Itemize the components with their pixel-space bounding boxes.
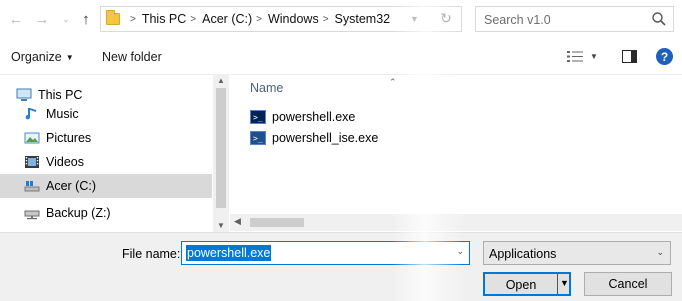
- breadcrumb-separator: >: [190, 13, 197, 25]
- drive-icon: [24, 181, 40, 192]
- file-name-label: File name:: [122, 247, 181, 261]
- file-name: powershell_ise.exe: [272, 131, 379, 145]
- file-item-powershell-ise[interactable]: >_ powershell_ise.exe: [250, 128, 378, 148]
- breadcrumb-separator: >: [130, 13, 136, 25]
- pictures-icon: [24, 132, 40, 144]
- file-name-value: powershell.exe: [186, 245, 272, 261]
- sidebar-item-music[interactable]: Music: [0, 102, 212, 126]
- column-header-label: Name: [250, 81, 284, 95]
- organize-button[interactable]: Organize ▼: [11, 50, 74, 64]
- sidebar-item-backup-z[interactable]: Backup (Z:): [0, 201, 212, 225]
- breadcrumb-windows[interactable]: Windows: [268, 12, 319, 26]
- music-note-icon: [25, 108, 36, 120]
- sidebar-item-label: Backup (Z:): [46, 206, 111, 220]
- navigation-pane: This PC Music Pictures Videos Acer (C:) …: [0, 74, 229, 232]
- folder-icon: [106, 10, 120, 25]
- preview-pane-icon[interactable]: [622, 50, 637, 63]
- scroll-left-icon[interactable]: ◀: [234, 216, 241, 227]
- breadcrumb-separator: >: [322, 13, 329, 25]
- back-button[interactable]: ←: [6, 8, 26, 30]
- view-dropdown-icon[interactable]: ▼: [590, 52, 598, 61]
- breadcrumb-separator: >: [256, 13, 262, 25]
- forward-button[interactable]: →: [32, 8, 52, 30]
- file-name-field[interactable]: powershell.exe ⌄: [181, 241, 470, 265]
- scroll-up-icon[interactable]: ▲: [217, 76, 225, 85]
- column-header-name[interactable]: Name ⌃: [250, 77, 397, 95]
- dialog-footer: File name: powershell.exe ⌄ Applications…: [0, 232, 682, 301]
- arrow-left-icon: ←: [8, 10, 24, 28]
- scrollbar-thumb[interactable]: [216, 88, 226, 208]
- search-icon: [652, 12, 666, 26]
- sidebar-item-videos[interactable]: Videos: [0, 150, 212, 174]
- breadcrumb-acer-c[interactable]: Acer (C:): [202, 12, 252, 26]
- sidebar-item-label: Acer (C:): [46, 179, 96, 193]
- up-button[interactable]: ↑: [76, 8, 96, 30]
- split-divider: [557, 274, 558, 294]
- file-item-powershell[interactable]: >_ powershell.exe: [250, 107, 355, 127]
- cancel-button[interactable]: Cancel: [584, 272, 672, 296]
- help-icon[interactable]: ?: [656, 48, 673, 65]
- sidebar-item-pictures[interactable]: Pictures: [0, 126, 212, 150]
- chevron-down-icon: ⌄: [62, 13, 70, 24]
- navigation-pane-scrollbar[interactable]: ▲ ▼: [213, 74, 229, 232]
- sidebar-item-acer-c[interactable]: Acer (C:): [0, 174, 212, 198]
- sidebar-item-label: Pictures: [46, 131, 92, 145]
- arrow-up-icon: ↑: [82, 10, 90, 28]
- open-dropdown-icon[interactable]: ▼: [560, 278, 569, 288]
- open-button-label: Open: [505, 278, 537, 292]
- chevron-down-icon: ▼: [65, 53, 74, 62]
- scrollbar-thumb[interactable]: [250, 218, 304, 227]
- address-dropdown-icon[interactable]: ▼: [410, 14, 419, 24]
- computer-icon: [16, 88, 32, 101]
- network-drive-icon: [24, 210, 40, 220]
- sort-ascending-icon: ⌃: [389, 77, 397, 87]
- new-folder-button[interactable]: New folder: [102, 50, 162, 64]
- chevron-down-icon[interactable]: ⌄: [456, 246, 464, 257]
- open-button[interactable]: Open ▼: [483, 272, 571, 296]
- chevron-down-icon: ⌄: [656, 247, 664, 257]
- sidebar-item-label: This PC: [38, 88, 83, 102]
- file-list: Name ⌃ >_ powershell.exe >_ powershell_i…: [230, 74, 682, 232]
- address-bar[interactable]: > This PC > Acer (C:) > Windows > System…: [100, 6, 462, 32]
- scroll-down-icon[interactable]: ▼: [217, 221, 225, 230]
- powershell-ise-icon: >_: [250, 131, 266, 145]
- breadcrumb-this-pc[interactable]: This PC: [142, 12, 186, 26]
- recent-locations-button[interactable]: ⌄: [56, 8, 76, 30]
- organize-label: Organize: [11, 50, 62, 64]
- refresh-icon[interactable]: ↻: [438, 10, 454, 26]
- videos-icon: [25, 156, 39, 168]
- powershell-icon: >_: [250, 110, 266, 124]
- arrow-right-icon: →: [34, 10, 50, 28]
- search-input[interactable]: Search v1.0: [475, 6, 674, 32]
- file-name: powershell.exe: [272, 110, 356, 124]
- file-type-value: Applications: [489, 247, 557, 261]
- sidebar-item-label: Music: [46, 107, 79, 121]
- breadcrumb-system32[interactable]: System32: [335, 12, 391, 26]
- file-type-select[interactable]: Applications ⌄: [483, 241, 671, 265]
- search-placeholder: Search v1.0: [484, 13, 551, 27]
- sidebar-item-label: Videos: [46, 155, 84, 169]
- view-options-icon[interactable]: [567, 50, 583, 63]
- file-list-scrollbar[interactable]: ◀: [230, 214, 682, 231]
- file-open-dialog: ← → ⌄ ↑ > This PC > Acer (C:) > Windows …: [0, 0, 682, 301]
